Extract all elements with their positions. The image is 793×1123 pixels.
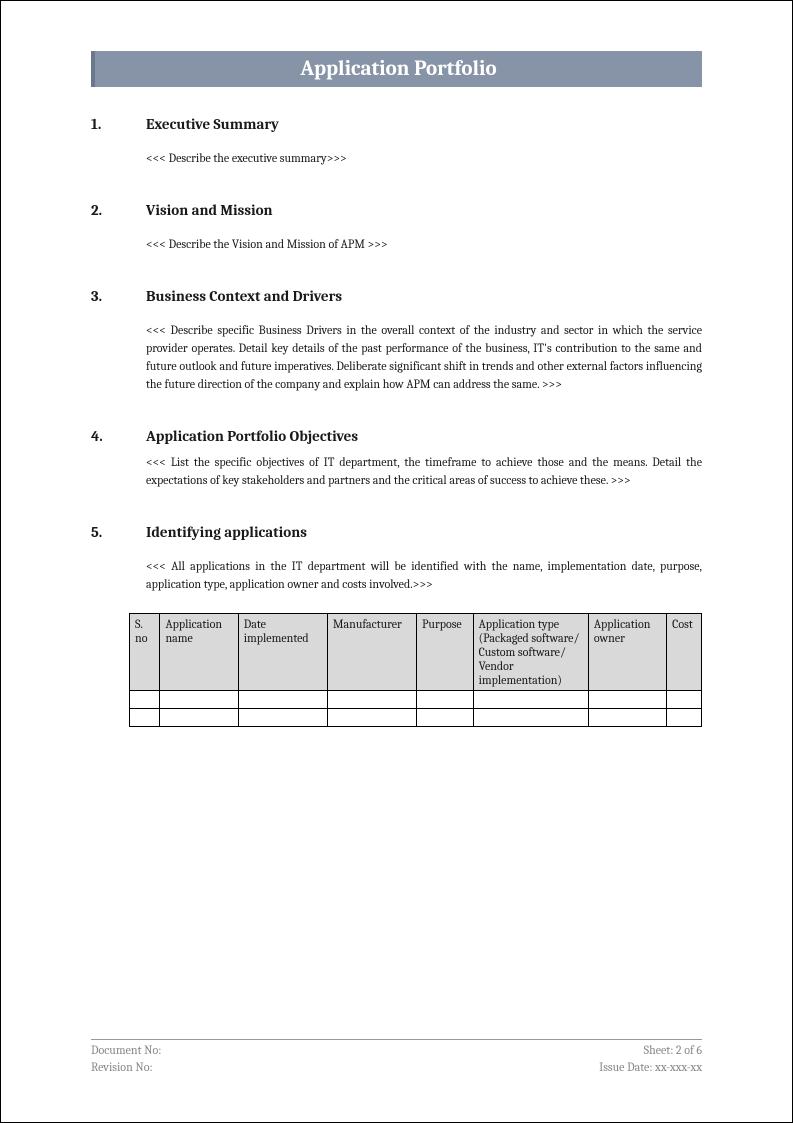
- section-4: 4. Application Portfolio Objectives <<< …: [91, 427, 702, 489]
- section-num: 5.: [91, 523, 146, 541]
- th-app-name: Application name: [160, 614, 238, 691]
- section-heading-text: Application Portfolio Objectives: [146, 427, 358, 445]
- th-owner: Application owner: [588, 614, 666, 691]
- section-heading-text: Identifying applications: [146, 523, 307, 541]
- table-header-row: S. no Application name Date implemented …: [130, 614, 702, 691]
- th-purpose: Purpose: [417, 614, 474, 691]
- section-num: 1.: [91, 115, 146, 133]
- sheet-label: Sheet: 2 of 6: [599, 1042, 702, 1059]
- section-5: 5. Identifying applications <<< All appl…: [91, 523, 702, 727]
- th-sno: S. no: [130, 614, 160, 691]
- section-body: <<< Describe the Vision and Mission of A…: [146, 235, 702, 253]
- section-heading-text: Vision and Mission: [146, 201, 273, 219]
- table-row: [130, 691, 702, 709]
- section-body: <<< Describe the executive summary>>>: [146, 149, 702, 167]
- rev-no-label: Revision No:: [91, 1059, 161, 1076]
- issue-date-label: Issue Date: xx-xxx-xx: [599, 1059, 702, 1076]
- th-manufacturer: Manufacturer: [327, 614, 416, 691]
- section-body: <<< All applications in the IT departmen…: [146, 557, 702, 593]
- section-num: 4.: [91, 427, 146, 445]
- section-heading-text: Executive Summary: [146, 115, 279, 133]
- section-body: <<< Describe specific Business Drivers i…: [146, 321, 702, 393]
- th-cost: Cost: [667, 614, 702, 691]
- table-row: [130, 709, 702, 727]
- section-num: 2.: [91, 201, 146, 219]
- section-2: 2. Vision and Mission <<< Describe the V…: [91, 201, 702, 253]
- th-date: Date implemented: [238, 614, 327, 691]
- section-1: 1. Executive Summary <<< Describe the ex…: [91, 115, 702, 167]
- page-footer: Document No: Revision No: Sheet: 2 of 6 …: [91, 1039, 702, 1076]
- section-heading-text: Business Context and Drivers: [146, 287, 342, 305]
- section-body: <<< List the specific objectives of IT d…: [146, 453, 702, 489]
- section-3: 3. Business Context and Drivers <<< Desc…: [91, 287, 702, 393]
- doc-no-label: Document No:: [91, 1042, 161, 1059]
- section-num: 3.: [91, 287, 146, 305]
- page-title: Application Portfolio: [91, 51, 702, 87]
- applications-table: S. no Application name Date implemented …: [129, 613, 702, 727]
- th-app-type: Application type (Packaged software/ Cus…: [473, 614, 588, 691]
